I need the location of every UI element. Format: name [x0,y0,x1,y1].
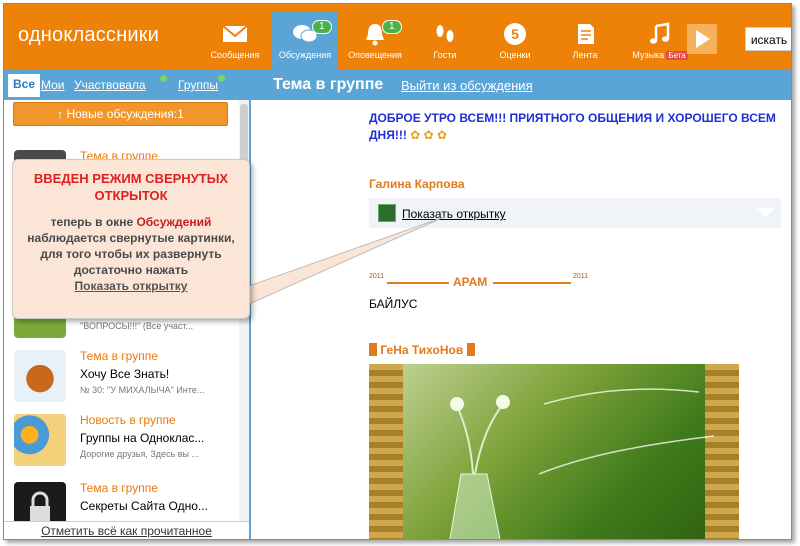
callout-title: ВВЕДЕН РЕЖИМ СВЕРНУТЫХ ОТКРЫТОК [33,171,229,203]
callout-show-card-link[interactable]: Показать открытку [75,279,188,293]
info-callout: ВВЕДЕН РЕЖИМ СВЕРНУТЫХ ОТКРЫТОК теперь в… [12,159,250,319]
app-window: одноклассники Сообщения 1 Обсуждения 1 О… [3,3,792,540]
callout-body: теперь в окне Обсуждений наблюдается све… [27,215,235,293]
